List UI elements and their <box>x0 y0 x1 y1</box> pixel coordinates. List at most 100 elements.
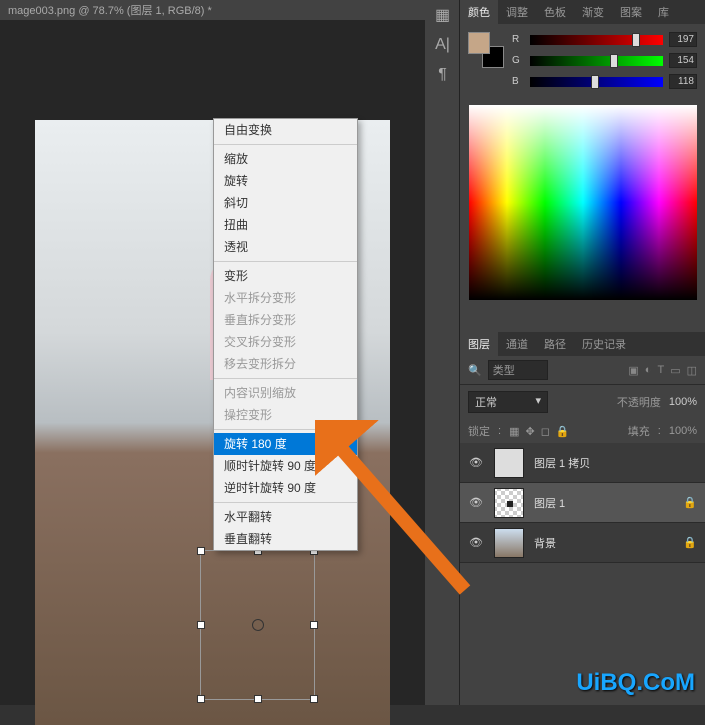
transform-handle-bottom-right[interactable] <box>310 695 318 703</box>
menu-separator <box>214 144 357 145</box>
layers-panel: 图层通道路径历史记录 🔍 类型 ▣ ◐ T ▭ ◫ 正常▾ 不透明度 100% … <box>460 332 705 563</box>
fill-label: 填充 <box>628 423 650 439</box>
g-value[interactable]: 154 <box>669 53 697 68</box>
menu-item[interactable]: 斜切 <box>214 192 357 214</box>
blend-mode-row: 正常▾ 不透明度 100% <box>460 385 705 419</box>
opacity-label: 不透明度 <box>617 394 661 410</box>
menu-separator <box>214 378 357 379</box>
panel-tab[interactable]: 图层 <box>460 332 498 356</box>
layer-name[interactable]: 图层 1 拷贝 <box>534 455 590 471</box>
paragraph-icon[interactable]: ¶ <box>425 60 460 90</box>
panel-tab[interactable]: 通道 <box>498 332 536 356</box>
watermark: UiBQ.CoM <box>576 669 695 697</box>
color-panel: R 197 G 154 B <box>460 24 705 312</box>
transform-context-menu: 自由变换缩放旋转斜切扭曲透视变形水平拆分变形垂直拆分变形交叉拆分变形移去变形拆分… <box>213 118 358 551</box>
layer-list: 👁 图层 1 拷贝 👁 图层 1 🔒 👁 背景 🔒 <box>460 443 705 563</box>
color-spectrum-picker[interactable] <box>469 105 697 300</box>
menu-item[interactable]: 变形 <box>214 265 357 287</box>
panel-tab[interactable]: 路径 <box>536 332 574 356</box>
filter-pixel-icon[interactable]: ▣ <box>628 364 638 377</box>
filter-shape-icon[interactable]: ▭ <box>670 364 680 377</box>
transform-handle-bottom-left[interactable] <box>197 695 205 703</box>
r-label: R <box>512 34 524 45</box>
menu-item: 垂直拆分变形 <box>214 309 357 331</box>
menu-item[interactable]: 水平翻转 <box>214 506 357 528</box>
menu-item: 移去变形拆分 <box>214 353 357 375</box>
transform-handle-bottom-middle[interactable] <box>254 695 262 703</box>
panel-tab[interactable]: 调整 <box>498 0 536 24</box>
transform-handle-middle-right[interactable] <box>310 621 318 629</box>
panel-tab[interactable]: 色板 <box>536 0 574 24</box>
lock-artboard-icon[interactable]: ◻ <box>541 425 550 438</box>
transform-handle-middle-left[interactable] <box>197 621 205 629</box>
menu-item[interactable]: 自由变换 <box>214 119 357 141</box>
layer-visibility-icon[interactable]: 👁 <box>468 536 484 549</box>
r-slider[interactable] <box>530 35 663 45</box>
filter-text-icon[interactable]: T <box>657 364 664 377</box>
fill-value[interactable]: 100% <box>669 425 697 437</box>
layer-thumbnail[interactable] <box>494 448 524 478</box>
b-value[interactable]: 118 <box>669 74 697 89</box>
document-tab-title[interactable]: mage003.png @ 78.7% (图层 1, RGB/8) * <box>8 2 212 18</box>
menu-item: 水平拆分变形 <box>214 287 357 309</box>
blend-mode-select[interactable]: 正常▾ <box>468 391 548 413</box>
menu-item[interactable]: 垂直翻转 <box>214 528 357 550</box>
layer-thumbnail[interactable] <box>494 528 524 558</box>
menu-item[interactable]: 缩放 <box>214 148 357 170</box>
color-swatches[interactable] <box>468 32 504 68</box>
panel-tab[interactable]: 库 <box>650 0 677 24</box>
layer-row[interactable]: 👁 图层 1 拷贝 <box>460 443 705 483</box>
panel-tab[interactable]: 颜色 <box>460 0 498 24</box>
layer-filter-row: 🔍 类型 ▣ ◐ T ▭ ◫ <box>460 356 705 385</box>
menu-item[interactable]: 扭曲 <box>214 214 357 236</box>
g-slider[interactable] <box>530 56 663 66</box>
lock-pixels-icon[interactable]: ▦ <box>509 425 519 438</box>
search-icon[interactable]: 🔍 <box>468 364 482 377</box>
g-label: G <box>512 55 524 66</box>
right-panels: 颜色调整色板渐变图案库 R 197 G <box>460 0 705 705</box>
layer-row[interactable]: 👁 图层 1 🔒 <box>460 483 705 523</box>
menu-item[interactable]: 旋转 <box>214 170 357 192</box>
text-align-icon[interactable]: A| <box>425 30 460 60</box>
menu-item[interactable]: 逆时针旋转 90 度 <box>214 477 357 499</box>
layer-thumbnail[interactable] <box>494 488 524 518</box>
menu-item[interactable]: 透视 <box>214 236 357 258</box>
lock-row: 锁定: ▦ ✥ ◻ 🔒 填充: 100% <box>460 419 705 443</box>
r-value[interactable]: 197 <box>669 32 697 47</box>
menu-item: 操控变形 <box>214 404 357 426</box>
b-slider[interactable] <box>530 77 663 87</box>
transform-center-point[interactable] <box>252 619 264 631</box>
foreground-color-swatch[interactable] <box>468 32 490 54</box>
menu-item: 内容识别缩放 <box>214 382 357 404</box>
lock-position-icon[interactable]: ✥ <box>525 425 534 438</box>
panel-tab[interactable]: 历史记录 <box>574 332 634 356</box>
opacity-value[interactable]: 100% <box>669 396 697 408</box>
layer-name[interactable]: 图层 1 <box>534 495 565 511</box>
menu-item: 交叉拆分变形 <box>214 331 357 353</box>
panel-tab[interactable]: 图案 <box>612 0 650 24</box>
layer-row[interactable]: 👁 背景 🔒 <box>460 523 705 563</box>
menu-separator <box>214 429 357 430</box>
chevron-down-icon: ▾ <box>535 394 541 410</box>
menu-item[interactable]: 旋转 180 度 <box>214 433 357 455</box>
lock-all-icon[interactable]: 🔒 <box>556 425 570 438</box>
transform-bounding-box[interactable] <box>200 550 315 700</box>
mini-toolbar: ▦ A| ¶ <box>425 0 460 705</box>
panel-tab[interactable]: 渐变 <box>574 0 612 24</box>
layer-visibility-icon[interactable]: 👁 <box>468 456 484 469</box>
layer-name[interactable]: 背景 <box>534 535 556 551</box>
lock-icon[interactable]: 🔒 <box>683 496 697 509</box>
filter-type-dropdown[interactable]: 类型 <box>488 360 548 380</box>
transform-handle-top-left[interactable] <box>197 547 205 555</box>
panel-icon-1[interactable]: ▦ <box>425 0 460 30</box>
menu-item[interactable]: 顺时针旋转 90 度 <box>214 455 357 477</box>
filter-smart-icon[interactable]: ◫ <box>687 364 697 377</box>
color-panel-tabs: 颜色调整色板渐变图案库 <box>460 0 705 24</box>
menu-separator <box>214 261 357 262</box>
layer-visibility-icon[interactable]: 👁 <box>468 496 484 509</box>
menu-separator <box>214 502 357 503</box>
b-label: B <box>512 76 524 87</box>
filter-adjustment-icon[interactable]: ◐ <box>645 364 652 377</box>
lock-icon[interactable]: 🔒 <box>683 536 697 549</box>
lock-label: 锁定 <box>468 423 490 439</box>
